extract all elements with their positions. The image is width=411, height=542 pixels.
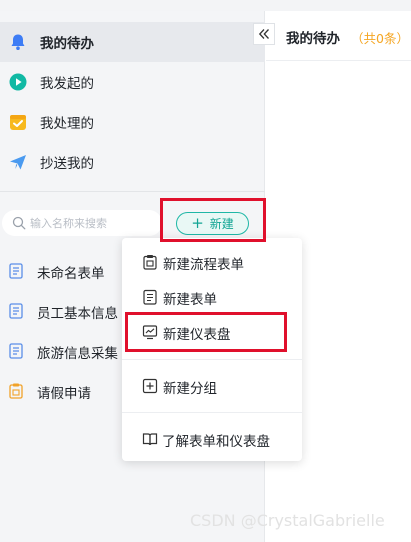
menu-item-learn-more[interactable]: 了解表单和仪表盘 bbox=[122, 423, 302, 455]
menu-item-new-group[interactable]: 新建分组 bbox=[122, 370, 302, 402]
divider bbox=[0, 191, 265, 192]
form-doc-icon bbox=[9, 343, 23, 359]
workflow-form-icon bbox=[9, 383, 23, 399]
add-group-icon bbox=[142, 378, 158, 394]
workflow-form-icon bbox=[143, 255, 157, 270]
nav-label: 我的待办 bbox=[40, 36, 94, 52]
bell-icon bbox=[11, 34, 25, 50]
form-label: 未命名表单 bbox=[37, 266, 105, 282]
menu-divider bbox=[122, 412, 302, 413]
play-circle-icon bbox=[9, 73, 27, 91]
form-doc-icon bbox=[9, 263, 23, 279]
menu-divider bbox=[122, 359, 302, 360]
highlight-box-new-dashboard bbox=[125, 312, 287, 352]
form-item[interactable]: 请假申请 bbox=[0, 376, 140, 406]
nav-item-processed[interactable]: 我处理的 bbox=[0, 102, 265, 142]
nav-item-my-todo[interactable]: 我的待办 bbox=[0, 22, 265, 62]
nav-item-initiated[interactable]: 我发起的 bbox=[0, 62, 265, 102]
menu-label: 新建分组 bbox=[163, 381, 217, 397]
collapse-sidebar-button[interactable] bbox=[253, 23, 275, 45]
form-label: 旅游信息采集 bbox=[37, 346, 118, 362]
form-label: 请假申请 bbox=[37, 386, 91, 402]
menu-label: 新建流程表单 bbox=[163, 257, 244, 273]
nav-label: 我处理的 bbox=[40, 116, 94, 132]
highlight-box-new-button bbox=[160, 198, 266, 242]
checkbox-icon bbox=[10, 115, 26, 130]
watermark: CSDN @CrystalGabrielle bbox=[190, 511, 385, 530]
search-box[interactable] bbox=[2, 210, 162, 236]
form-item[interactable]: 旅游信息采集 bbox=[0, 336, 140, 366]
form-doc-icon bbox=[143, 289, 157, 305]
nav-label: 我发起的 bbox=[40, 76, 94, 92]
double-chevron-left-icon bbox=[258, 29, 269, 39]
menu-item-new-workflow-form[interactable]: 新建流程表单 bbox=[122, 246, 302, 278]
menu-label: 了解表单和仪表盘 bbox=[162, 434, 270, 450]
page-title: 我的待办 bbox=[286, 31, 340, 47]
form-label: 员工基本信息 bbox=[37, 306, 118, 322]
form-doc-icon bbox=[9, 303, 23, 319]
book-icon bbox=[142, 433, 158, 446]
search-icon bbox=[12, 216, 26, 230]
paper-plane-icon bbox=[10, 155, 26, 170]
search-input[interactable] bbox=[30, 213, 150, 233]
form-item[interactable]: 未命名表单 bbox=[0, 256, 140, 286]
form-item[interactable]: 员工基本信息 bbox=[0, 296, 140, 326]
item-count: （共0条） bbox=[351, 31, 409, 46]
nav-label: 抄送我的 bbox=[40, 156, 94, 172]
menu-item-new-form[interactable]: 新建表单 bbox=[122, 281, 302, 313]
menu-label: 新建表单 bbox=[163, 292, 217, 308]
nav-item-cc[interactable]: 抄送我的 bbox=[0, 142, 265, 182]
top-strip bbox=[0, 0, 411, 11]
